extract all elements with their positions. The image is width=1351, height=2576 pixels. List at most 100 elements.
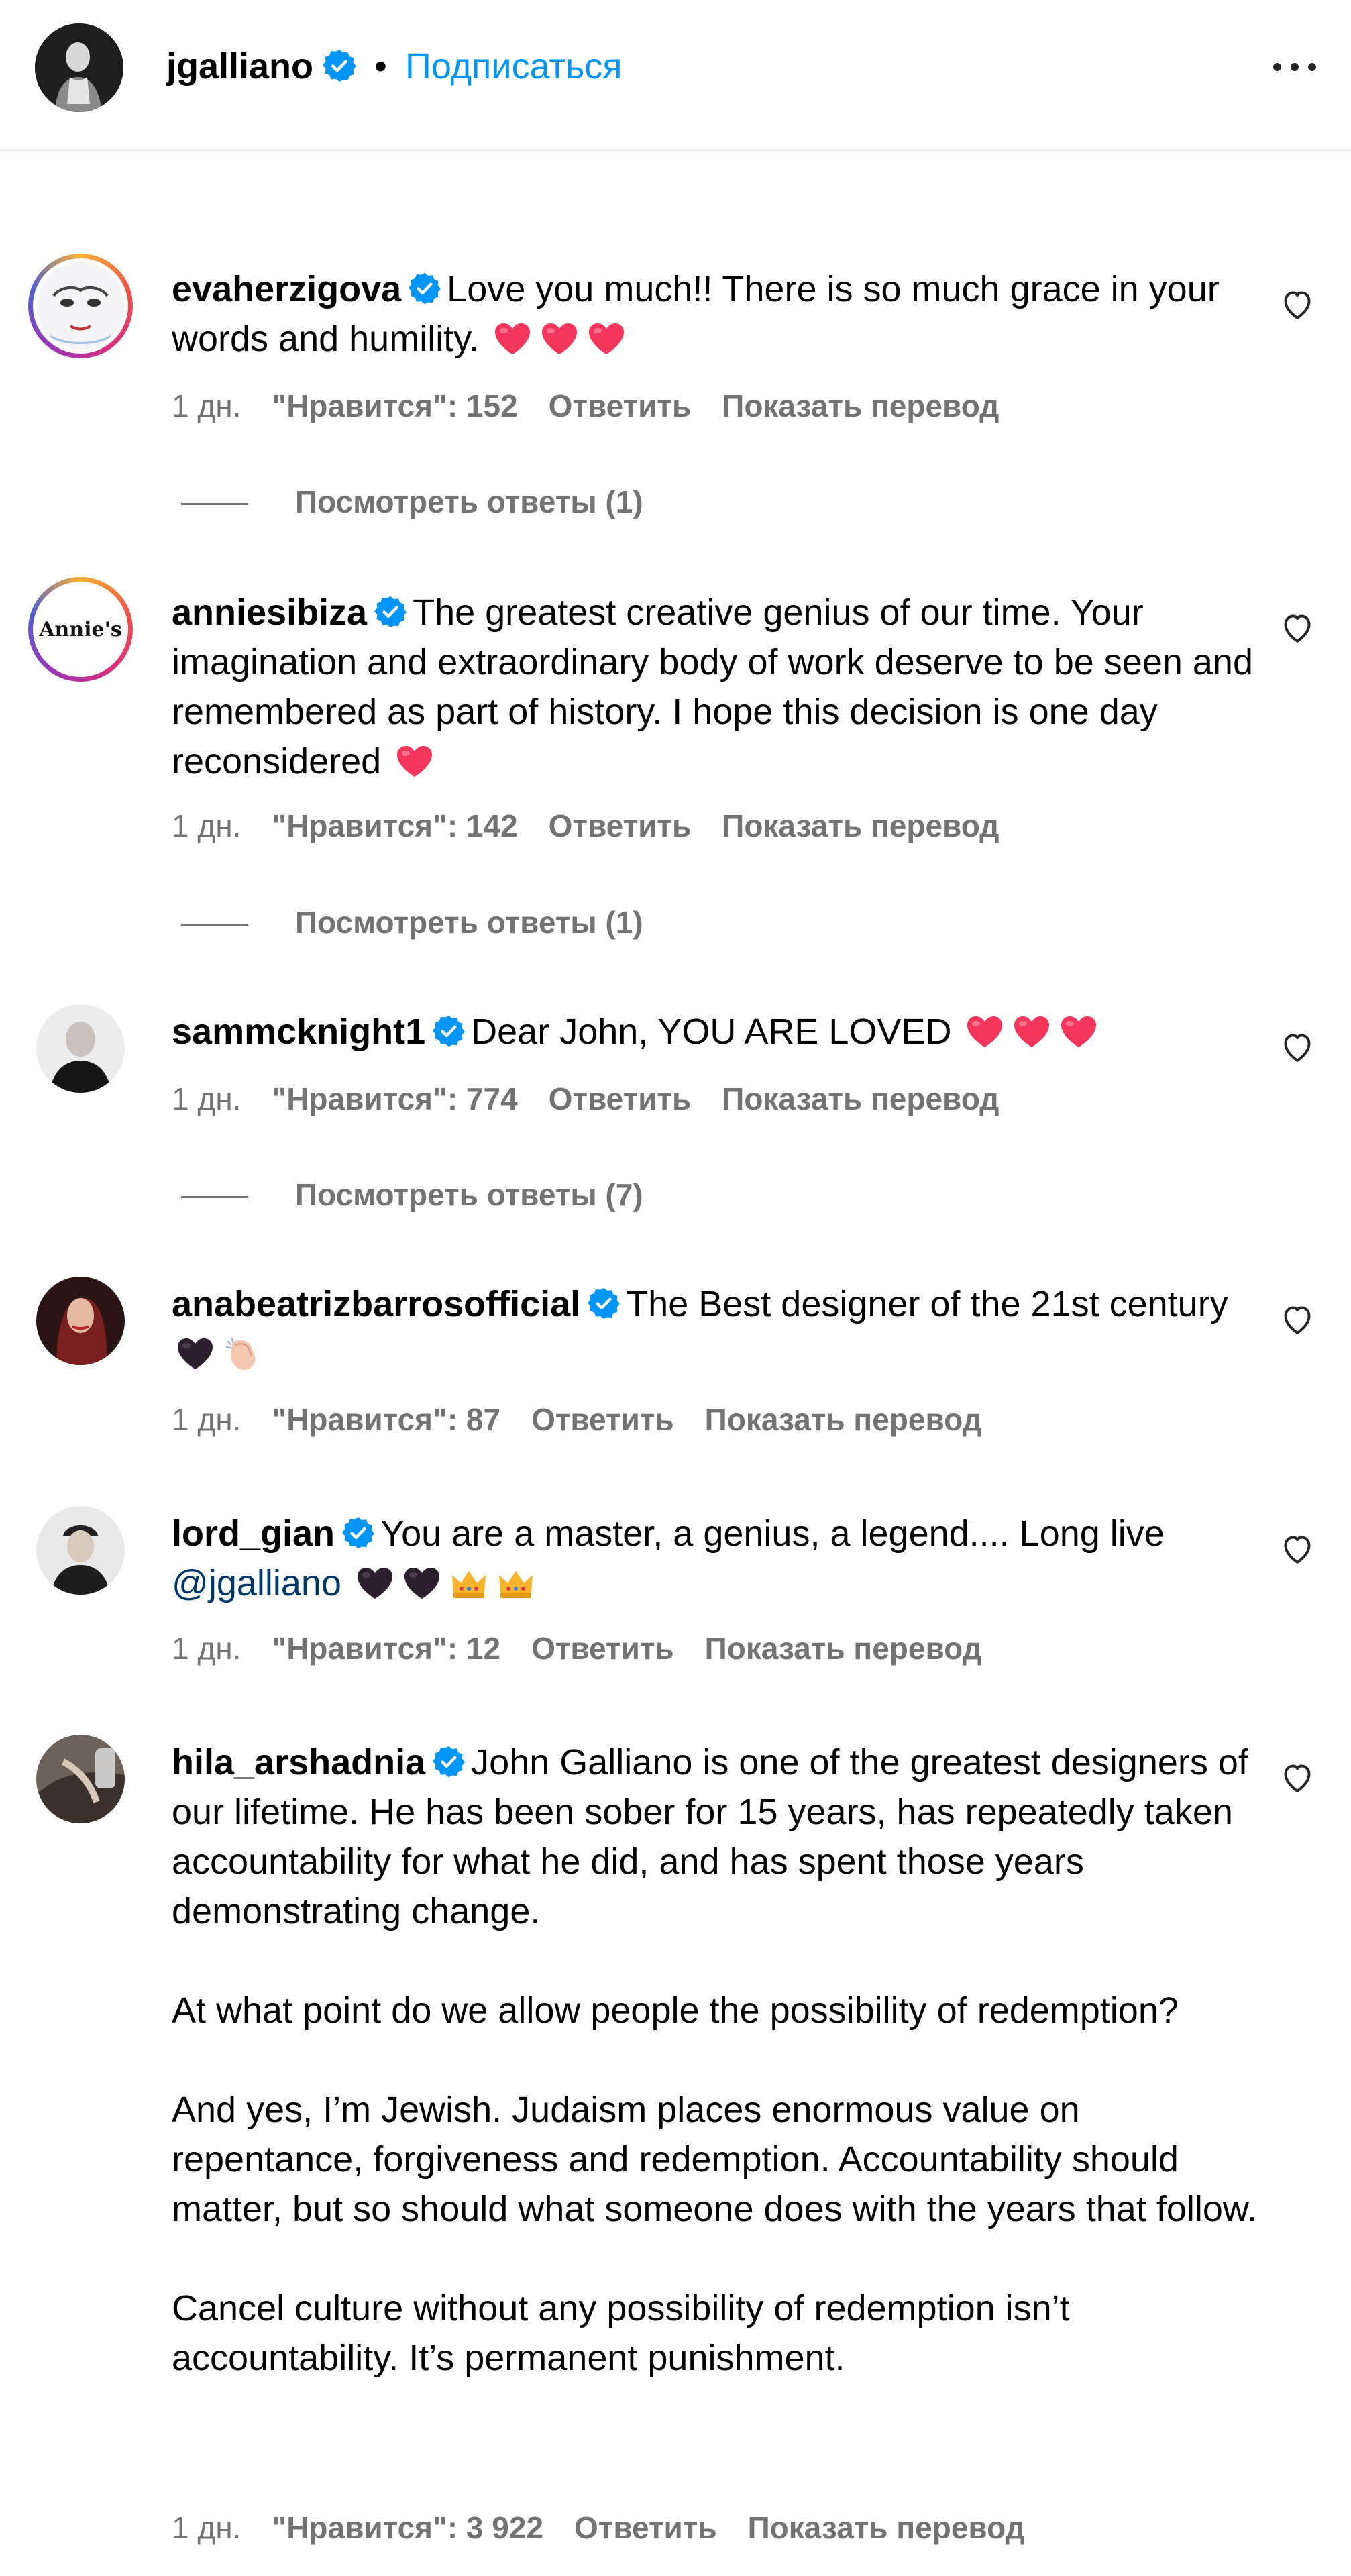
reply-button[interactable]: Ответить: [531, 1402, 674, 1437]
like-heart-icon[interactable]: [1279, 286, 1316, 323]
verified-badge-icon: [432, 1745, 466, 1778]
comment-time: 1 дн.: [172, 1081, 241, 1116]
verified-badge-icon: [587, 1287, 620, 1320]
crown-emoji-icon: [496, 1566, 535, 1601]
replies-divider: [181, 503, 248, 506]
crown-emoji-icon: [449, 1566, 488, 1601]
reply-button[interactable]: Ответить: [549, 1081, 692, 1116]
avatar-image-icon: [36, 1277, 125, 1365]
comment-likes[interactable]: "Нравится": 12: [272, 1631, 500, 1666]
comment-meta: 1 дн. "Нравится": 774 Ответить Показать пер…: [172, 1079, 1030, 1119]
comment-username[interactable]: evaherzigova: [172, 269, 401, 309]
view-replies-label: Посмотреть ответы (7): [295, 1177, 643, 1212]
red-heart-emoji-icon: [493, 321, 532, 356]
comment-paragraph: And yes, I’m Jewish. Judaism places enor…: [172, 2090, 1257, 2229]
comment-meta: 1 дн. "Нравится": 87 Ответить Показать пере…: [172, 1399, 1013, 1440]
verified-badge-icon: [374, 595, 407, 629]
view-replies-button[interactable]: Посмотреть ответы (7): [181, 1175, 643, 1215]
red-heart-emoji-icon: [965, 1014, 1004, 1049]
avatar-logo-text: Annie's: [39, 617, 122, 641]
post-author-username[interactable]: jgalliano: [166, 43, 313, 90]
avatar[interactable]: [28, 254, 133, 358]
show-translation-button[interactable]: Показать перевод: [748, 2510, 1025, 2545]
comment-text: lord_gian You are a master, a genius, a l…: [172, 1509, 1258, 1608]
avatar-image-icon: [36, 1735, 125, 1823]
reply-button[interactable]: Ответить: [549, 808, 692, 843]
comment-username[interactable]: sammcknight1: [172, 1012, 425, 1052]
comment-time: 1 дн.: [172, 1402, 241, 1437]
verified-badge-icon: [322, 48, 357, 83]
comment-paragraph: Cancel culture without any possibility o…: [172, 2288, 1070, 2378]
red-heart-emoji-icon: [395, 744, 434, 779]
comment-text: anabeatrizbarrosofficial The Best designe…: [172, 1279, 1258, 1379]
show-translation-button[interactable]: Показать перевод: [722, 388, 999, 423]
view-replies-label: Посмотреть ответы (1): [295, 484, 643, 519]
comment-paragraph: hila_arshadnia John Galliano is one of th…: [172, 1737, 1258, 1936]
comment-time: 1 дн.: [172, 808, 241, 843]
comment-text: sammcknight1 Dear John, YOU ARE LOVED: [172, 1007, 1258, 1057]
replies-divider: [181, 1196, 248, 1199]
avatar[interactable]: [36, 1735, 125, 1823]
more-options-icon[interactable]: [1268, 47, 1321, 87]
separator-dot: •: [374, 46, 387, 87]
avatar[interactable]: [36, 1004, 125, 1093]
profile-photo-icon: [35, 23, 123, 112]
show-translation-button[interactable]: Показать перевод: [722, 1081, 999, 1116]
follow-button[interactable]: Подписаться: [405, 43, 623, 90]
reply-button[interactable]: Ответить: [574, 2510, 717, 2545]
red-heart-emoji-icon: [540, 321, 579, 356]
verified-badge-icon: [432, 1014, 466, 1048]
comment-likes[interactable]: "Нравится": 142: [272, 808, 517, 843]
comment-meta: 1 дн. "Нравится": 12 Ответить Показать пере…: [172, 1628, 1013, 1668]
comment-time: 1 дн.: [172, 388, 241, 423]
clapping-hands-emoji-icon: [223, 1336, 262, 1371]
reply-button[interactable]: Ответить: [531, 1631, 674, 1666]
comment-meta: 1 дн. "Нравится": 142 Ответить Показать пер…: [172, 806, 1030, 846]
comment-likes[interactable]: "Нравится": 87: [272, 1402, 500, 1437]
black-heart-emoji-icon: [402, 1566, 441, 1601]
verified-badge-icon: [408, 272, 441, 305]
avatar[interactable]: [36, 1277, 125, 1365]
avatar[interactable]: Annie's: [28, 577, 133, 682]
show-translation-button[interactable]: Показать перевод: [722, 808, 999, 843]
post-header: jgalliano • Подписаться: [0, 0, 1351, 151]
comment-likes[interactable]: "Нравится": 774: [272, 1081, 517, 1116]
mention-link[interactable]: @jgalliano: [172, 1563, 341, 1603]
avatar-image-icon: [37, 262, 124, 350]
view-replies-button[interactable]: Посмотреть ответы (1): [181, 482, 643, 522]
comment-meta: 1 дн. "Нравится": 152 Ответить Показать пер…: [172, 386, 1030, 426]
comment-likes[interactable]: "Нравится": 3 922: [272, 2510, 543, 2545]
avatar[interactable]: [36, 1506, 125, 1595]
replies-divider: [181, 924, 248, 926]
comment-text: anniesibiza The greatest creative genius …: [172, 588, 1258, 786]
comment-username[interactable]: lord_gian: [172, 1513, 335, 1554]
like-heart-icon[interactable]: [1279, 1530, 1316, 1568]
show-translation-button[interactable]: Показать перевод: [705, 1402, 982, 1437]
like-heart-icon[interactable]: [1279, 1301, 1316, 1338]
black-heart-emoji-icon: [176, 1336, 215, 1371]
show-translation-button[interactable]: Показать перевод: [705, 1631, 982, 1666]
avatar[interactable]: [35, 23, 123, 112]
like-heart-icon[interactable]: [1279, 609, 1316, 647]
comment-body: The Best designer of the 21st century: [626, 1284, 1228, 1324]
comment-paragraph: At what point do we allow people the pos…: [172, 1990, 1179, 2031]
red-heart-emoji-icon: [587, 321, 626, 356]
view-replies-label: Посмотреть ответы (1): [295, 905, 643, 940]
view-replies-button[interactable]: Посмотреть ответы (1): [181, 902, 643, 943]
like-heart-icon[interactable]: [1279, 1759, 1316, 1796]
comment-likes[interactable]: "Нравится": 152: [272, 388, 517, 423]
comment-body: Dear John, YOU ARE LOVED: [471, 1012, 952, 1052]
comment-body: You are a master, a genius, a legend....…: [380, 1513, 1165, 1554]
red-heart-emoji-icon: [1059, 1014, 1098, 1049]
comment-meta: 1 дн. "Нравится": 3 922 Ответить Показать п…: [172, 2508, 1056, 2548]
red-heart-emoji-icon: [1012, 1014, 1051, 1049]
like-heart-icon[interactable]: [1279, 1028, 1316, 1066]
avatar-image-icon: [36, 1004, 125, 1093]
comment-time: 1 дн.: [172, 2510, 241, 2545]
black-heart-emoji-icon: [356, 1566, 394, 1601]
comment-text: hila_arshadnia John Galliano is one of th…: [172, 1737, 1258, 2383]
reply-button[interactable]: Ответить: [549, 388, 692, 423]
comment-username[interactable]: hila_arshadnia: [172, 1742, 425, 1782]
comment-username[interactable]: anniesibiza: [172, 592, 367, 633]
comment-username[interactable]: anabeatrizbarrosofficial: [172, 1284, 580, 1324]
